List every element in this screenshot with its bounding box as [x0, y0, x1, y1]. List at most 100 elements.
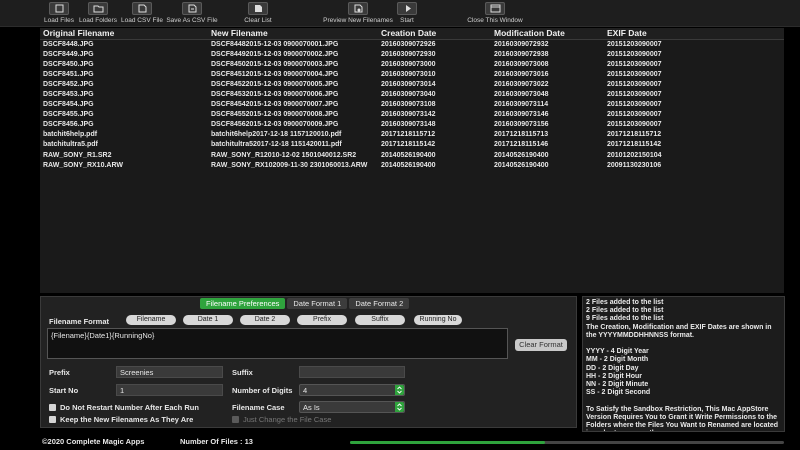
table-row[interactable]: DSCF8455.JPG DSCF84552015-12-03 090007000…: [40, 110, 784, 120]
suffix-label: Suffix: [232, 368, 253, 377]
table-cell: 20160309073148: [381, 121, 436, 129]
progress-fill: [350, 441, 546, 444]
tab-filename-preferences[interactable]: Filename Preferences: [200, 298, 286, 309]
column-header[interactable]: Original Filename: [40, 28, 208, 40]
clear-format-button[interactable]: Clear Format: [515, 339, 567, 351]
table-cell: 20160309073156: [494, 121, 549, 129]
token-date2-button[interactable]: Date 2: [240, 315, 290, 325]
chevron-updown-icon: [395, 402, 404, 412]
table-row[interactable]: DSCF8452.JPG DSCF84522015-12-03 090007000…: [40, 79, 784, 89]
preferences-panel: Filename Preferences Date Format 1 Date …: [40, 296, 577, 428]
table-row[interactable]: RAW_SONY_R1.SR2 RAW_SONY_R12010-12-02 150…: [40, 150, 784, 160]
table-cell: 20160309073040: [381, 91, 436, 99]
token-running-no-button[interactable]: Running No: [414, 315, 462, 325]
table-cell: 20171218115142: [607, 141, 662, 149]
start-label: Start: [400, 17, 414, 24]
table-cell: 20160309073008: [494, 60, 549, 68]
suffix-input[interactable]: [299, 366, 405, 378]
table-cell: 20151203090007: [607, 101, 662, 109]
save-csv-button[interactable]: Save As CSV File: [162, 2, 222, 24]
close-window-button[interactable]: Close This Window: [465, 2, 525, 24]
table-row[interactable]: DSCF8453.JPG DSCF84532015-12-03 090007000…: [40, 89, 784, 99]
column-header[interactable]: New Filename: [208, 28, 378, 40]
prefix-label: Prefix: [49, 368, 70, 377]
table-row[interactable]: DSCF8449.JPG DSCF84492015-12-03 090007000…: [40, 49, 784, 59]
checkbox-box[interactable]: [49, 416, 56, 423]
digits-select[interactable]: 4: [299, 384, 405, 396]
prefix-input[interactable]: Screenies: [116, 366, 223, 378]
token-suffix-button[interactable]: Suffix: [355, 315, 405, 325]
table-cell: RAW_SONY_RX10.ARW: [43, 161, 124, 169]
table-cell: DSCF84512015-12-03 0900070004.JPG: [211, 70, 339, 78]
table-cell: 20151203090007: [607, 91, 662, 99]
table-cell: 20171218115712: [381, 131, 436, 139]
file-table[interactable]: Original Filename New Filename Creation …: [40, 28, 784, 293]
table-row[interactable]: batchitultra5.pdf batchitultra52017-12-18…: [40, 140, 784, 150]
checkbox-box[interactable]: [232, 416, 239, 423]
log-line: The Creation, Modification and EXIF Date…: [586, 323, 774, 339]
table-cell: 20171218115712: [607, 131, 662, 139]
table-cell: 20140526190400: [381, 161, 436, 169]
change-case-checkbox[interactable]: Just Change the File Case: [232, 415, 331, 424]
log-line: DD - 2 Digit Day: [586, 364, 639, 372]
filename-case-select[interactable]: As Is: [299, 401, 405, 413]
table-row[interactable]: DSCF8456.JPG DSCF84562015-12-03 090007000…: [40, 120, 784, 130]
table-cell: 20160309073000: [381, 60, 436, 68]
log-line: YYYY - 4 Digit Year: [586, 348, 649, 356]
log-line: HH - 2 Digit Hour: [586, 372, 642, 380]
table-cell: 20160309072926: [381, 40, 436, 48]
table-row[interactable]: DSCF8454.JPG DSCF84542015-12-03 090007000…: [40, 100, 784, 110]
keep-filenames-checkbox[interactable]: Keep the New Filenames As They Are: [49, 415, 193, 424]
table-cell: RAW_SONY_R12010-12-02 1501040012.SR2: [211, 151, 357, 159]
token-prefix-button[interactable]: Prefix: [297, 315, 347, 325]
log-line: SS - 2 Digit Second: [586, 389, 651, 397]
table-cell: DSCF8454.JPG: [43, 101, 94, 109]
table-cell: DSCF8450.JPG: [43, 60, 94, 68]
table-cell: 20091130230106: [607, 161, 662, 169]
filename-format-input[interactable]: {Filename}{Date1}{RunningNo}: [47, 328, 508, 359]
start-button[interactable]: Start: [377, 2, 437, 24]
token-date1-button[interactable]: Date 1: [183, 315, 233, 325]
table-row[interactable]: DSCF8451.JPG DSCF84512015-12-03 090007000…: [40, 69, 784, 79]
table-row[interactable]: DSCF8450.JPG DSCF84502015-12-03 090007000…: [40, 59, 784, 69]
close-window-label: Close This Window: [467, 17, 523, 24]
filename-case-value: As Is: [303, 403, 320, 412]
table-cell: 20151203090007: [607, 80, 662, 88]
table-row[interactable]: batchit6help.pdf batchit6help2017-12-18 1…: [40, 130, 784, 140]
save-csv-label: Save As CSV File: [166, 17, 218, 24]
table-row[interactable]: DSCF8448.JPG DSCF84482015-12-03 090007000…: [40, 39, 784, 49]
token-filename-button[interactable]: Filename: [126, 315, 176, 325]
table-row[interactable]: RAW_SONY_RX10.ARW RAW_SONY_RX102009-11-30…: [40, 160, 784, 170]
table-cell: DSCF84562015-12-03 0900070009.JPG: [211, 121, 339, 129]
digits-select-value: 4: [303, 386, 308, 395]
column-header[interactable]: Modification Date: [491, 28, 604, 40]
table-cell: RAW_SONY_R1.SR2: [43, 151, 112, 159]
column-header[interactable]: EXIF Date: [604, 28, 784, 40]
tab-date-format-1[interactable]: Date Format 1: [287, 298, 348, 309]
toolbar: Load Files Load Folders Load CSV File Sa…: [0, 0, 800, 27]
table-cell: DSCF84502015-12-03 0900070003.JPG: [211, 60, 339, 68]
table-cell: DSCF84532015-12-03 0900070006.JPG: [211, 91, 339, 99]
column-header[interactable]: Creation Date: [378, 28, 491, 40]
start-no-input[interactable]: 1: [116, 384, 223, 396]
log-line: 9 Files added to the list: [586, 315, 664, 323]
table-cell: batchit6help.pdf: [43, 131, 98, 139]
table-cell: RAW_SONY_RX102009-11-30 2301060013.ARW: [211, 161, 368, 169]
table-cell: 20151203090007: [607, 60, 662, 68]
table-cell: batchit6help2017-12-18 1157120010.pdf: [211, 131, 342, 139]
checkbox-box[interactable]: [49, 404, 56, 411]
start-no-label: Start No: [49, 386, 79, 395]
table-cell: 20160309073014: [381, 80, 436, 88]
restart-number-checkbox[interactable]: Do Not Restart Number After Each Run: [49, 403, 199, 412]
table-cell: batchitultra5.pdf: [43, 141, 98, 149]
table-cell: 20151203090007: [607, 70, 662, 78]
tab-date-format-2[interactable]: Date Format 2: [349, 298, 410, 309]
log-panel: 2 Files added to the list 2 Files added …: [582, 296, 785, 432]
log-line: NN - 2 Digit Minute: [586, 381, 649, 389]
start-icon: [397, 2, 417, 15]
keep-filenames-label: Keep the New Filenames As They Are: [60, 415, 194, 424]
preview-icon: [348, 2, 368, 15]
clear-list-button[interactable]: Clear List: [228, 2, 288, 24]
table-cell: DSCF84492015-12-03 0900070002.JPG: [211, 50, 339, 58]
